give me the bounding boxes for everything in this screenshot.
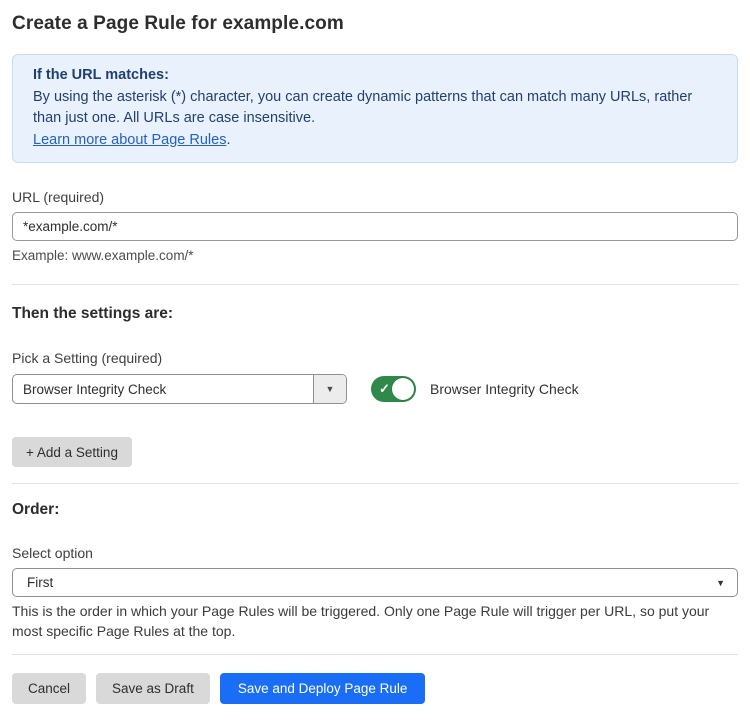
check-icon: ✓ [379,381,390,397]
order-select-label: Select option [12,545,738,561]
info-box-body: By using the asterisk (*) character, you… [33,87,717,130]
divider [12,654,738,655]
cancel-button[interactable]: Cancel [12,673,86,704]
link-suffix: . [226,132,230,148]
setting-row: Browser Integrity Check ▼ ✓ Browser Inte… [12,374,738,404]
learn-more-link[interactable]: Learn more about Page Rules [33,132,226,148]
url-input[interactable] [12,212,738,241]
order-select-value: First [27,575,53,590]
setting-picker-dropdown[interactable]: Browser Integrity Check ▼ [12,374,347,404]
setting-picker-value: Browser Integrity Check [13,375,313,403]
info-box-link-line: Learn more about Page Rules. [33,130,717,152]
add-setting-button[interactable]: + Add a Setting [12,437,132,467]
footer-actions: Cancel Save as Draft Save and Deploy Pag… [12,673,738,704]
browser-integrity-toggle[interactable]: ✓ [371,376,416,402]
info-box-heading: If the URL matches: [33,65,717,87]
divider [12,483,738,484]
url-match-info-box: If the URL matches: By using the asteris… [12,54,738,163]
order-helper-text: This is the order in which your Page Rul… [12,602,738,641]
setting-picker-arrow-button[interactable]: ▼ [313,375,346,403]
order-select-dropdown[interactable]: First ▼ [12,568,738,597]
save-as-draft-button[interactable]: Save as Draft [96,673,210,704]
toggle-knob [392,378,414,400]
settings-section-heading: Then the settings are: [12,305,738,323]
divider [12,284,738,285]
page-title: Create a Page Rule for example.com [12,13,738,35]
page-rule-form: Create a Page Rule for example.com If th… [0,0,750,704]
url-example-helper: Example: www.example.com/* [12,248,738,263]
url-field-label: URL (required) [12,189,738,205]
toggle-label: Browser Integrity Check [430,381,579,397]
setting-picker-label: Pick a Setting (required) [12,350,738,366]
chevron-down-icon: ▼ [716,578,725,588]
chevron-down-icon: ▼ [326,384,335,394]
save-and-deploy-button[interactable]: Save and Deploy Page Rule [220,673,426,704]
order-section-heading: Order: [12,501,738,519]
